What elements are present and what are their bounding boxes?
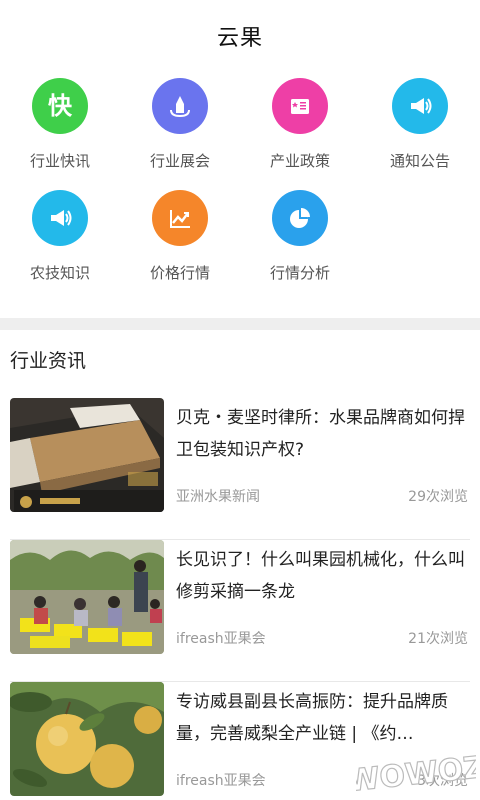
- section-title: 行业资讯: [10, 350, 87, 372]
- watermark-text: WOWOZ: [356, 750, 476, 798]
- news-title: 贝克・麦坚时律所：水果品牌商如何捍卫包装知识产权?: [176, 408, 465, 460]
- category-industry-news[interactable]: 快 行业快讯: [0, 78, 120, 172]
- category-market-analysis[interactable]: 行情分析: [240, 190, 360, 284]
- category-agri-knowledge[interactable]: 农技知识: [0, 190, 120, 284]
- category-label: 产业政策: [269, 152, 330, 170]
- pie-chart-icon: [272, 190, 328, 246]
- category-notices[interactable]: 通知公告: [360, 78, 480, 172]
- news-source: ifreash亚果会: [176, 773, 266, 789]
- category-label: 行业展会: [149, 152, 210, 170]
- app-header: 云果: [0, 0, 480, 72]
- policy-doc-icon: [272, 78, 328, 134]
- site-watermark: WOWOZ: [344, 746, 480, 800]
- news-item[interactable]: 贝克・麦坚时律所：水果品牌商如何捍卫包装知识产权? 亚洲水果新闻 29次浏览: [10, 398, 470, 540]
- news-item[interactable]: 长见识了！什么叫果园机械化，什么叫修剪采摘一条龙 ifreash亚果会 21次浏…: [10, 540, 470, 682]
- pears-image: [10, 682, 164, 796]
- category-label: 行情分析: [269, 264, 330, 282]
- category-exhibitions[interactable]: 行业展会: [120, 78, 240, 172]
- orchard-workers-image: [10, 540, 164, 654]
- category-policy[interactable]: 产业政策: [240, 78, 360, 172]
- category-label: 行业快讯: [29, 152, 90, 170]
- category-grid: 快 行业快讯 行业展会 产业政策 通知公告 农技知识 价格行情 行情分析: [0, 72, 480, 284]
- category-price-quotes[interactable]: 价格行情: [120, 190, 240, 284]
- category-label: 通知公告: [389, 152, 450, 170]
- news-title: 长见识了！什么叫果园机械化，什么叫修剪采摘一条龙: [176, 550, 465, 602]
- news-source: ifreash亚果会: [176, 631, 266, 647]
- news-views: 21次浏览: [408, 631, 468, 647]
- news-views: 29次浏览: [408, 489, 468, 505]
- section-divider: [0, 318, 480, 330]
- news-source: 亚洲水果新闻: [176, 489, 260, 505]
- category-label: 价格行情: [149, 264, 210, 282]
- news-list: 贝克・麦坚时律所：水果品牌商如何捍卫包装知识产权? 亚洲水果新闻 29次浏览 长…: [0, 398, 480, 800]
- fruit-box-image: [10, 398, 164, 512]
- megaphone-icon: [392, 78, 448, 134]
- megaphone-icon: [32, 190, 88, 246]
- page-title: 云果: [216, 26, 263, 51]
- news-title: 专访威县副县长高振防：提升品牌质量，完善威梨全产业链 | 《约…: [176, 692, 448, 744]
- category-label: 农技知识: [29, 264, 90, 282]
- exhibition-icon: [152, 78, 208, 134]
- trend-chart-icon: [152, 190, 208, 246]
- kuai-badge-icon: 快: [32, 78, 88, 134]
